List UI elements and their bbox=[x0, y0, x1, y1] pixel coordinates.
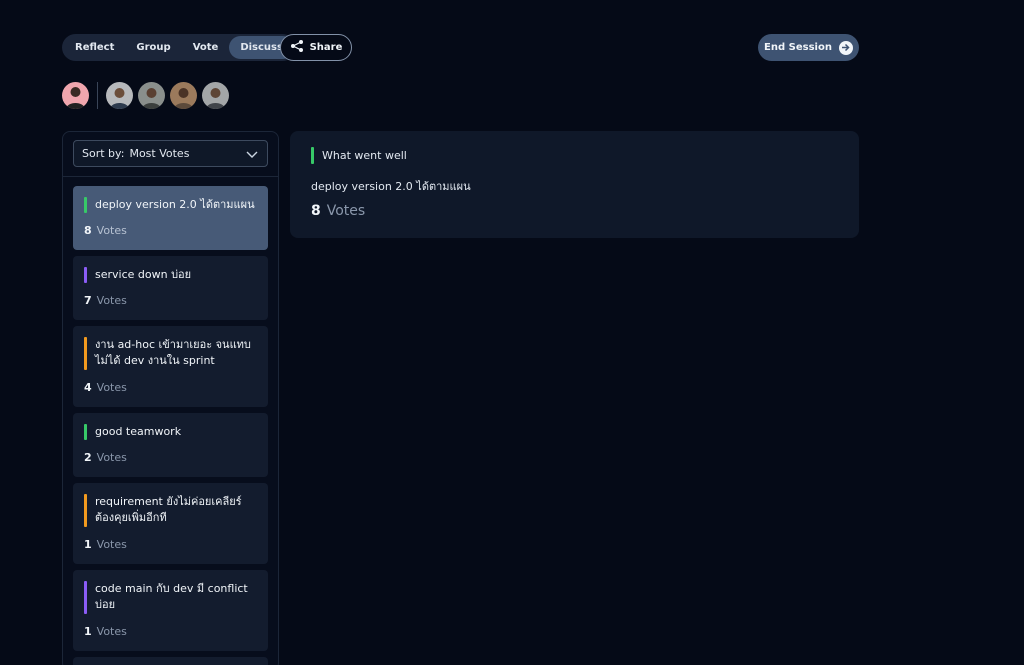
list-item[interactable]: deploy version 2.0 ได้ตามแผน 8 Votes bbox=[73, 186, 268, 250]
item-text: service down บ่อย bbox=[95, 268, 192, 281]
participant-avatars bbox=[62, 82, 234, 109]
vote-count: 7 Votes bbox=[84, 294, 127, 307]
list-item[interactable]: requirement ยังไม่ค่อยเคลียร์ ต้องคุยเพิ… bbox=[73, 483, 268, 564]
category-bar bbox=[311, 147, 314, 164]
list-item-partial[interactable] bbox=[73, 657, 268, 665]
vote-count: 8 Votes bbox=[84, 224, 127, 237]
discussion-detail: What went well deploy version 2.0 ได้ตาม… bbox=[290, 131, 859, 238]
tab-reflect[interactable]: Reflect bbox=[64, 36, 125, 59]
column-title: What went well bbox=[322, 149, 407, 162]
end-session-label: End Session bbox=[764, 42, 832, 53]
vote-count: 1 Votes bbox=[84, 538, 127, 551]
vote-count: 2 Votes bbox=[84, 451, 127, 464]
item-text: งาน ad-hoc เข้ามาเยอะ จนแทบไม่ได้ dev งา… bbox=[95, 338, 251, 367]
arrow-right-icon bbox=[838, 40, 853, 55]
stage-tabs: Reflect Group Vote Discuss bbox=[62, 34, 296, 61]
list-item[interactable]: good teamwork 2 Votes bbox=[73, 413, 268, 477]
avatar-participant[interactable] bbox=[202, 82, 229, 109]
item-text: requirement ยังไม่ค่อยเคลียร์ ต้องคุยเพิ… bbox=[95, 495, 242, 524]
avatar-divider bbox=[97, 82, 98, 109]
vote-count: 1 Votes bbox=[84, 625, 127, 638]
category-bar bbox=[84, 494, 87, 527]
item-text: code main กับ dev มี conflict บ่อย bbox=[95, 582, 248, 611]
avatar-participant[interactable] bbox=[170, 82, 197, 109]
vote-count: 8 Votes bbox=[311, 203, 366, 219]
category-bar bbox=[84, 424, 87, 440]
item-text: deploy version 2.0 ได้ตามแผน bbox=[95, 198, 255, 211]
sort-value: Most Votes bbox=[129, 147, 190, 160]
sort-select[interactable]: Sort by: Most Votes bbox=[73, 140, 268, 167]
share-button[interactable]: Share bbox=[280, 34, 352, 61]
category-bar bbox=[84, 581, 87, 614]
category-bar bbox=[84, 337, 87, 370]
vote-count: 4 Votes bbox=[84, 381, 127, 394]
list-item[interactable]: code main กับ dev มี conflict บ่อย 1 Vote… bbox=[73, 570, 268, 651]
avatar-host[interactable] bbox=[62, 82, 89, 109]
end-session-button[interactable]: End Session bbox=[758, 34, 859, 61]
list-item[interactable]: งาน ad-hoc เข้ามาเยอะ จนแทบไม่ได้ dev งา… bbox=[73, 326, 268, 407]
chevron-down-icon bbox=[246, 149, 258, 162]
item-content: deploy version 2.0 ได้ตามแผน bbox=[311, 180, 471, 193]
avatar-participant[interactable] bbox=[106, 82, 133, 109]
category-bar bbox=[84, 267, 87, 283]
tab-vote[interactable]: Vote bbox=[182, 36, 230, 59]
discussion-sidebar: Sort by: Most Votes deploy version 2.0 ไ… bbox=[62, 131, 279, 665]
share-icon bbox=[290, 39, 304, 56]
tab-group[interactable]: Group bbox=[125, 36, 181, 59]
divider bbox=[63, 176, 278, 177]
retro-board: Reflect Group Vote Discuss Share End Ses… bbox=[0, 0, 1024, 665]
share-label: Share bbox=[309, 42, 343, 53]
avatar-participant[interactable] bbox=[138, 82, 165, 109]
list-item[interactable]: service down บ่อย 7 Votes bbox=[73, 256, 268, 320]
sort-prefix: Sort by: bbox=[82, 147, 125, 160]
item-text: good teamwork bbox=[95, 425, 182, 438]
category-bar bbox=[84, 197, 87, 213]
